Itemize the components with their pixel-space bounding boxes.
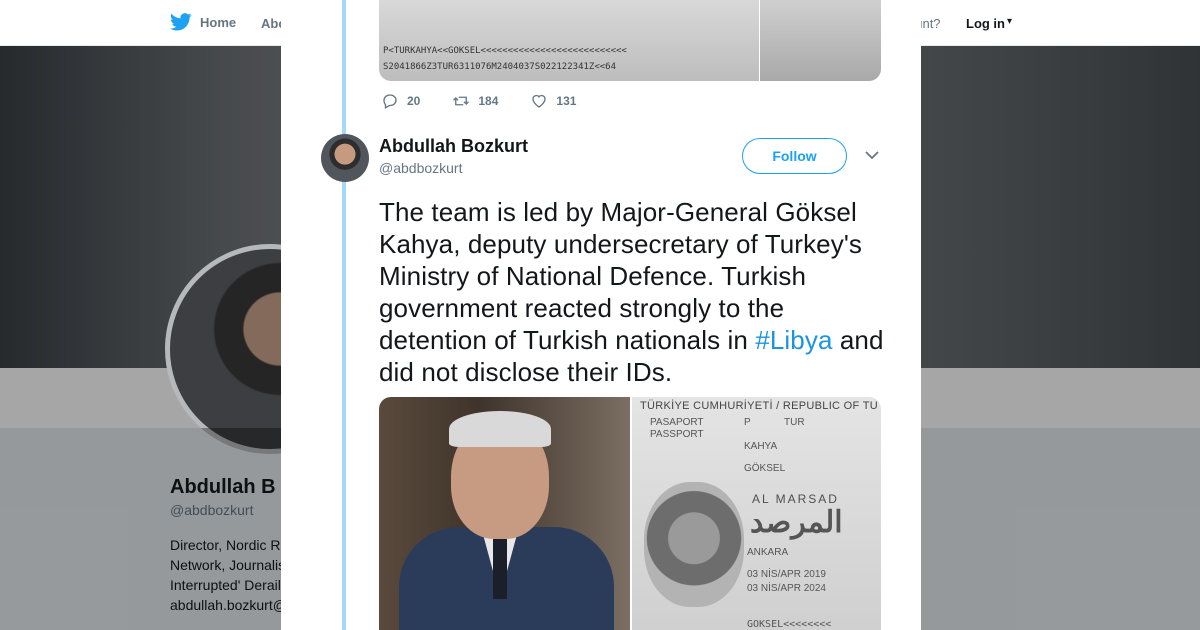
- passport-country: TUR: [784, 417, 805, 428]
- hair: [449, 411, 551, 447]
- retweet-icon: [453, 96, 470, 106]
- passport-expiry-date: 03 NİS/APR 2024: [747, 583, 826, 594]
- passport-header: TÜRKİYE CUMHURİYETİ / REPUBLIC OF TU: [640, 400, 878, 412]
- tweet-actions: 20 184 131: [381, 92, 608, 110]
- login-caret-icon[interactable]: ▾: [1007, 16, 1012, 27]
- follow-button[interactable]: Follow: [742, 138, 847, 174]
- passport-issue-date: 03 NİS/APR 2019: [747, 569, 826, 580]
- author-name[interactable]: Abdullah Bozkurt: [379, 136, 528, 157]
- passport-photo-2[interactable]: [760, 0, 881, 81]
- like-button[interactable]: 131: [530, 92, 576, 110]
- passport-given-name: GÖKSEL: [744, 463, 786, 474]
- hashtag-link[interactable]: #Libya: [755, 325, 832, 355]
- passport-photo-1[interactable]: P<TURKAHYA<<GOKSEL<<<<<<<<<<<<<<<<<<<<<<…: [379, 0, 760, 81]
- watermark-text: AL MARSAD: [752, 492, 839, 506]
- nav-home-label: Home: [200, 14, 237, 30]
- author-avatar[interactable]: [321, 134, 369, 182]
- watermark-arabic: المرصد: [750, 506, 843, 539]
- previous-tweet-media[interactable]: P<TURKAHYA<<GOKSEL<<<<<<<<<<<<<<<<<<<<<<…: [379, 0, 881, 81]
- tweet-media[interactable]: TÜRKİYE CUMHURİYETİ / REPUBLIC OF TU PAS…: [379, 397, 881, 630]
- passport-scan-photo[interactable]: TÜRKİYE CUMHURİYETİ / REPUBLIC OF TU PAS…: [632, 397, 881, 630]
- general-portrait-photo[interactable]: [379, 397, 632, 630]
- tweet-text: The team is led by Major-General Göksel …: [379, 196, 884, 388]
- reply-count: 20: [407, 94, 421, 108]
- twitter-bird-icon: [170, 13, 192, 31]
- passport-type-value: P: [744, 417, 751, 428]
- author-handle[interactable]: @abdbozkurt: [379, 160, 462, 176]
- login-link[interactable]: Log in: [966, 16, 1005, 31]
- passport-type-label-en: PASSPORT: [650, 429, 704, 440]
- tweet-modal: P<TURKAHYA<<GOKSEL<<<<<<<<<<<<<<<<<<<<<<…: [281, 0, 921, 630]
- heart-icon: [532, 94, 547, 108]
- retweet-count: 184: [478, 94, 499, 108]
- passport-place: ANKARA: [747, 547, 789, 558]
- thread-connector: [342, 0, 346, 630]
- retweet-button[interactable]: 184: [452, 92, 498, 110]
- chevron-down-icon[interactable]: [865, 150, 879, 160]
- like-count: 131: [556, 94, 577, 108]
- mrz-text: S2041866Z3TUR6311076M2404037S022122341Z<…: [383, 62, 616, 72]
- passport-surname: KAHYA: [744, 441, 778, 452]
- nav-home-link[interactable]: Home: [170, 13, 236, 31]
- reply-icon: [383, 94, 397, 109]
- passport-mrz: GOKSEL<<<<<<<<: [747, 619, 832, 630]
- passport-type-label: PASAPORT: [650, 417, 704, 428]
- passport-photo-face: [644, 482, 744, 607]
- mrz-text: P<TURKAHYA<<GOKSEL<<<<<<<<<<<<<<<<<<<<<<…: [383, 46, 627, 56]
- close-icon[interactable]: ✕: [1152, 9, 1180, 39]
- tie: [493, 539, 507, 599]
- reply-button[interactable]: 20: [381, 92, 420, 110]
